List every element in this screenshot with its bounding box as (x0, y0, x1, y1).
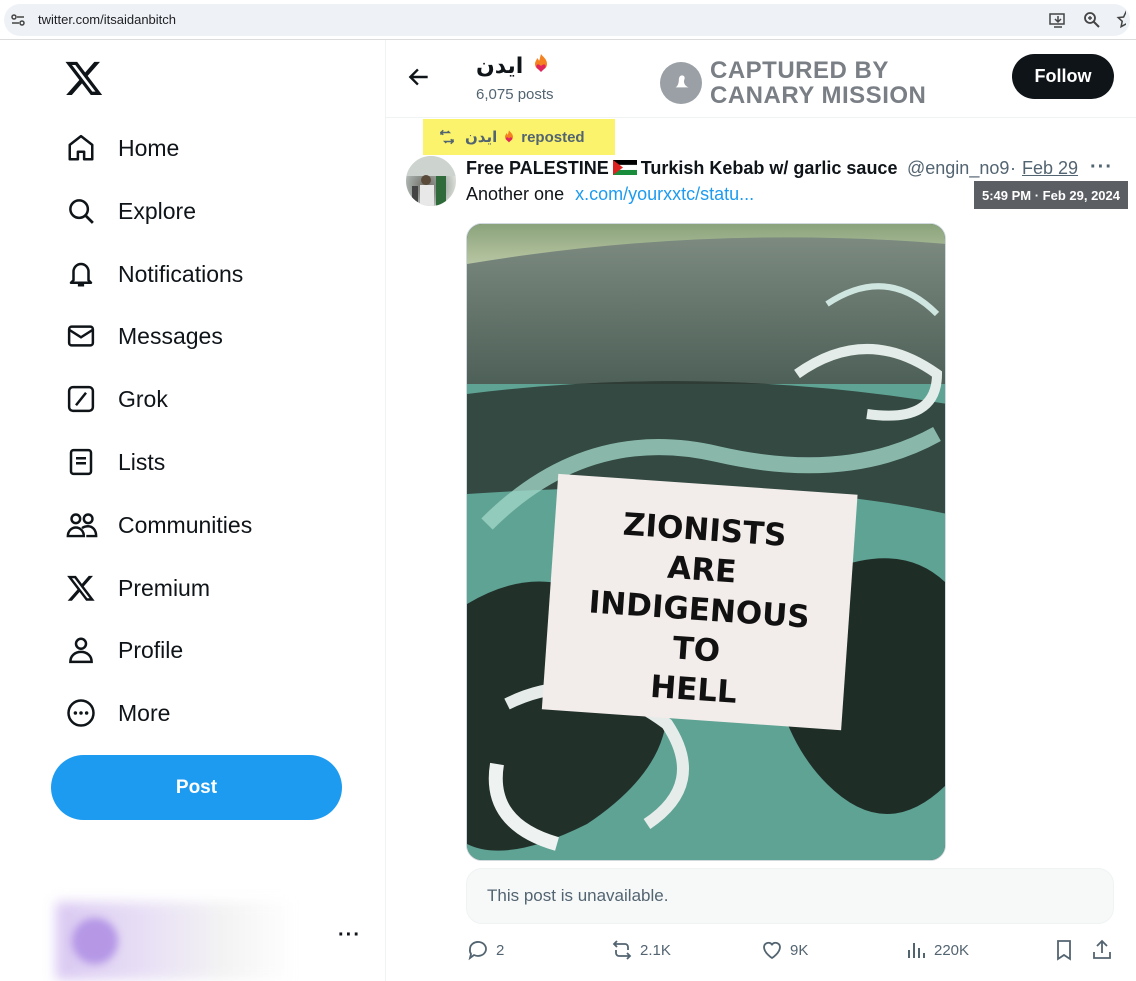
site-settings-icon[interactable] (10, 12, 26, 28)
nav-lists[interactable]: Lists (60, 437, 165, 487)
repost-user-name: ايدن (465, 129, 498, 146)
nav-premium[interactable]: Premium (60, 563, 210, 613)
people-icon (60, 510, 106, 540)
more-circle-icon (60, 698, 106, 728)
person-icon (60, 635, 106, 665)
tweet-link[interactable]: x.com/yourxxtc/statu... (575, 184, 754, 204)
nav-label-messages: Messages (118, 322, 223, 349)
nav-label-home: Home (118, 134, 180, 161)
left-sidebar: Home Explore Notifications Messages Grok… (0, 40, 386, 981)
nav-messages[interactable]: Messages (60, 311, 223, 361)
nav-profile[interactable]: Profile (60, 625, 183, 675)
graffiti-photo-image: ZIONISTS ARE INDIGENOUS TO HELL (467, 224, 945, 860)
home-icon (60, 133, 106, 163)
nav-label-premium: Premium (118, 574, 211, 601)
heart-on-fire-icon (501, 129, 517, 145)
sticker-line-4: TO (671, 630, 721, 669)
back-arrow-icon[interactable] (406, 64, 432, 90)
nav-label-more: More (118, 699, 171, 726)
tweet-date-link[interactable]: Feb 29 (1022, 158, 1078, 179)
main-column: ايدن 6,075 posts CAPTURED BY CANARY MISS… (386, 40, 1136, 981)
like-button[interactable]: 9K (760, 938, 808, 962)
canary-watermark: CAPTURED BY CANARY MISSION (660, 58, 926, 108)
envelope-icon (60, 321, 106, 351)
posts-count: 6,075 posts (476, 86, 554, 103)
retweet-count: 2.1K (640, 941, 671, 959)
nav-explore[interactable]: Explore (60, 186, 196, 236)
reply-count: 2 (496, 941, 505, 959)
list-icon (60, 447, 106, 477)
profile-name-text: ايدن (476, 53, 524, 78)
nav-label-lists: Lists (118, 448, 166, 475)
like-count: 9K (790, 941, 809, 959)
sticker-line-2: ARE (666, 550, 737, 591)
avatar (72, 918, 118, 964)
watermark-line-2: CANARY MISSION (710, 82, 927, 109)
bookmark-button[interactable] (1052, 938, 1082, 962)
tweet-photo[interactable]: ZIONISTS ARE INDIGENOUS TO HELL (466, 223, 946, 861)
heart-icon (763, 941, 781, 960)
profile-header: ايدن 6,075 posts CAPTURED BY CANARY MISS… (386, 40, 1136, 118)
profile-name: ايدن (476, 52, 553, 79)
nav-communities[interactable]: Communities (60, 500, 252, 550)
views-chart-icon (908, 943, 925, 958)
account-more-icon[interactable]: ··· (338, 924, 361, 947)
timestamp-tooltip: 5:49 PM · Feb 29, 2024 (974, 181, 1128, 209)
nav-label-explore: Explore (118, 197, 196, 224)
quoted-post-unavailable[interactable]: This post is unavailable. (466, 868, 1114, 924)
watermark-line-1: CAPTURED BY (710, 57, 889, 84)
nav-grok[interactable]: Grok (60, 374, 168, 424)
tweet-author-name[interactable]: Free PALESTINE Turkish Kebab w/ garlic sa… (466, 158, 906, 179)
grok-icon (60, 384, 106, 414)
install-app-icon[interactable] (1048, 10, 1068, 30)
tweet-author-avatar[interactable] (406, 156, 456, 206)
browser-toolbar: twitter.com/itsaidanbitch (0, 0, 1136, 40)
views-button[interactable]: 220K (904, 938, 969, 962)
bookmark-icon (1057, 940, 1071, 961)
tweet-text: Another one x.com/yourxxtc/statu... (466, 184, 754, 205)
repost-label: reposted (521, 128, 585, 146)
post-button[interactable]: Post (51, 755, 342, 820)
share-icon (1093, 939, 1111, 959)
tweet-author-handle[interactable]: @engin_no9 (907, 158, 1009, 179)
bell-icon (60, 259, 106, 289)
sticker-line-5: HELL (649, 669, 738, 711)
nav-label-grok: Grok (118, 385, 168, 412)
nav-label-communities: Communities (118, 511, 253, 538)
x-logo-icon[interactable] (64, 58, 104, 98)
repost-indicator[interactable]: ايدن reposted (423, 119, 615, 155)
bookmark-star-icon[interactable] (1116, 10, 1126, 30)
share-button[interactable] (1090, 938, 1120, 962)
nav-label-notifications: Notifications (118, 260, 244, 287)
x-logo-icon (60, 573, 106, 603)
nav-more[interactable]: More (60, 688, 170, 738)
url-text[interactable]: twitter.com/itsaidanbitch (38, 12, 176, 27)
tweet-header: Free PALESTINE Turkish Kebab w/ garlic sa… (466, 156, 1116, 182)
palestine-flag-icon (612, 159, 637, 175)
tweet-body: Another one (466, 184, 565, 204)
canary-logo-icon (660, 62, 702, 104)
reply-button[interactable]: 2 (466, 938, 504, 962)
tweet-actions: 2 2.1K 9K 220K (466, 938, 1116, 966)
nav-label-profile: Profile (118, 636, 184, 663)
nav-notifications[interactable]: Notifications (60, 249, 243, 299)
reply-icon (468, 941, 487, 961)
zoom-icon[interactable] (1082, 10, 1102, 30)
tweet-more-icon[interactable]: ··· (1090, 156, 1113, 179)
follow-button[interactable]: Follow (1012, 54, 1114, 99)
address-bar[interactable]: twitter.com/itsaidanbitch (4, 4, 1130, 36)
heart-on-fire-icon (529, 52, 553, 76)
repost-icon (439, 129, 455, 145)
retweet-icon (612, 940, 632, 960)
search-icon (60, 196, 106, 226)
retweet-button[interactable]: 2.1K (610, 938, 671, 962)
separator-dot: · (1010, 158, 1016, 178)
views-count: 220K (934, 941, 970, 959)
nav-home[interactable]: Home (60, 123, 179, 173)
account-switcher[interactable]: ··· (56, 902, 366, 980)
